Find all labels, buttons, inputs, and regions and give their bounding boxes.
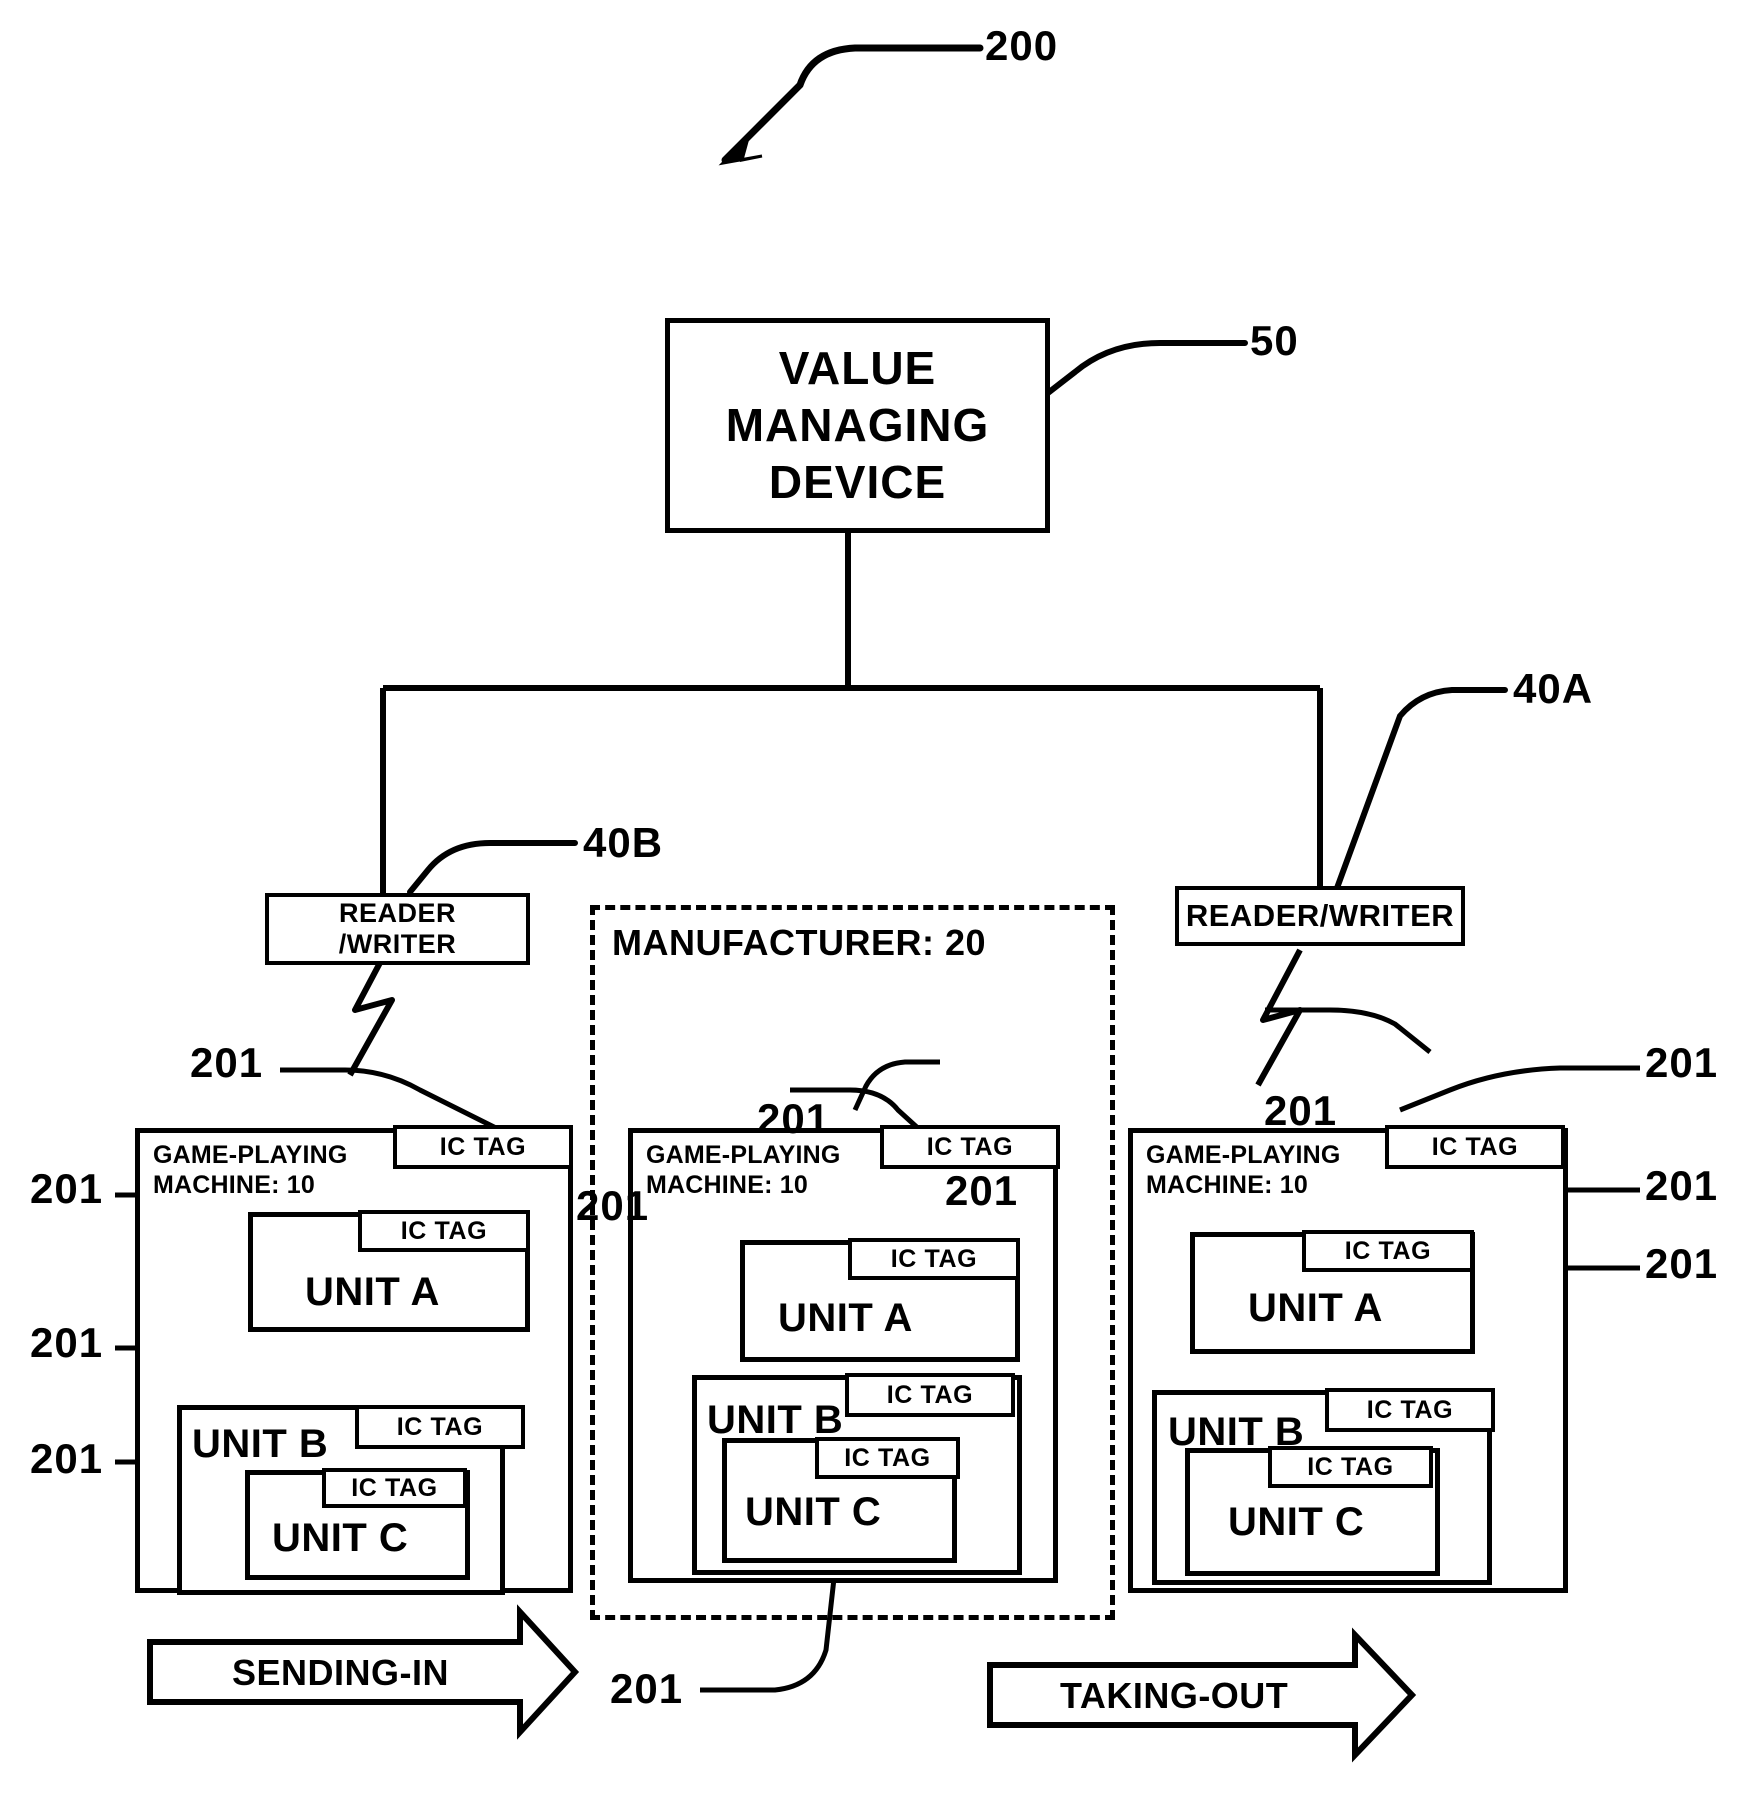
ref-201-center-unit-c: 201 <box>610 1665 684 1712</box>
leader-200 <box>721 44 984 164</box>
unit-a-center-label: UNIT A <box>778 1296 913 1340</box>
ic-tag-machine-center: IC TAG <box>880 1125 1060 1169</box>
machine-center-label: GAME-PLAYING MACHINE: 10 <box>646 1141 841 1199</box>
unit-a-right-label: UNIT A <box>1248 1286 1383 1330</box>
unit-b-left-label: UNIT B <box>192 1422 329 1466</box>
unit-a-left-label: UNIT A <box>305 1270 440 1314</box>
ref-201-center-unit-a: 201 <box>945 1167 1019 1214</box>
ref-40B: 40B <box>583 819 664 866</box>
leader-50 <box>1032 340 1248 406</box>
ic-tag-machine-left: IC TAG <box>393 1125 573 1169</box>
ref-201-left-machine: 201 <box>190 1039 264 1086</box>
ref-201-right-machine: 201 <box>1264 1087 1338 1134</box>
unit-c-right-label: UNIT C <box>1228 1500 1365 1544</box>
rf-link-right <box>1255 948 1303 1087</box>
manufacturer-region-label: MANUFACTURER: 20 <box>612 922 987 963</box>
ic-tag-unit-a-right: IC TAG <box>1302 1230 1474 1272</box>
unit-c-center-label: UNIT C <box>745 1490 882 1534</box>
ref-40A: 40A <box>1513 665 1594 712</box>
reader-writer-right-label: READER/WRITER <box>1185 898 1455 934</box>
ref-201-center-unit-b: 201 <box>576 1182 650 1229</box>
ref-201-left-unit-a: 201 <box>30 1165 104 1212</box>
leader-201-left-machine <box>280 1067 502 1133</box>
ic-tag-unit-c-right: IC TAG <box>1268 1446 1433 1488</box>
ic-tag-unit-b-right: IC TAG <box>1325 1388 1495 1432</box>
value-managing-device-label: VALUE MANAGING DEVICE <box>725 341 990 509</box>
leader-200-arrowhead <box>718 132 763 166</box>
ref-200: 200 <box>985 22 1059 69</box>
leader-201-right-unitA <box>1399 1065 1640 1113</box>
ref-201-right-unit-a: 201 <box>1645 1039 1719 1086</box>
unit-b-center-label: UNIT B <box>707 1398 844 1442</box>
machine-left-label: GAME-PLAYING MACHINE: 10 <box>153 1141 348 1199</box>
taking-out-label: TAKING-OUT <box>1060 1675 1289 1716</box>
leader-40A <box>1334 687 1508 891</box>
ref-201-center-machine: 201 <box>757 1095 831 1142</box>
ic-tag-unit-a-center: IC TAG <box>848 1238 1020 1280</box>
unit-c-left-label: UNIT C <box>272 1516 409 1560</box>
reader-writer-left-box: READER /WRITER <box>265 893 530 965</box>
ic-tag-unit-b-left: IC TAG <box>355 1405 525 1449</box>
ic-tag-unit-c-left: IC TAG <box>322 1468 467 1508</box>
ref-201-right-unit-b: 201 <box>1645 1162 1719 1209</box>
sending-in-label: SENDING-IN <box>232 1652 450 1693</box>
ic-tag-unit-b-center: IC TAG <box>845 1373 1015 1417</box>
leader-40B <box>407 840 578 895</box>
ic-tag-unit-c-center: IC TAG <box>815 1437 960 1479</box>
reader-writer-right-box: READER/WRITER <box>1175 886 1465 946</box>
ic-tag-machine-right: IC TAG <box>1385 1125 1565 1169</box>
ic-tag-unit-a-left: IC TAG <box>358 1210 530 1252</box>
ref-201-right-unit-c: 201 <box>1645 1240 1719 1287</box>
ref-201-left-unit-c: 201 <box>30 1435 104 1482</box>
ref-50: 50 <box>1250 317 1299 364</box>
machine-right-label: GAME-PLAYING MACHINE: 10 <box>1146 1141 1341 1199</box>
ref-201-left-unit-b: 201 <box>30 1319 104 1366</box>
patent-figure-canvas: 200 VALUE MANAGING DEVICE 50 READER /WRI… <box>0 0 1750 1808</box>
reader-writer-left-label: READER /WRITER <box>338 897 457 959</box>
value-managing-device-box: VALUE MANAGING DEVICE <box>665 318 1050 533</box>
